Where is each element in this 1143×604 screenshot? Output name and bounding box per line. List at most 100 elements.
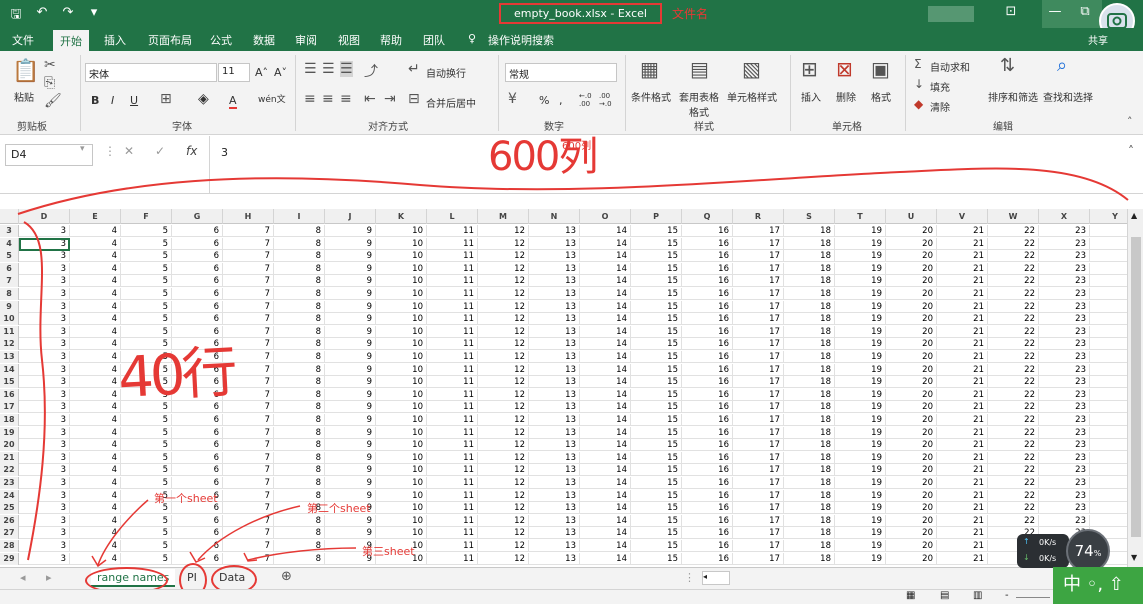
cell[interactable]: 18: [784, 388, 835, 401]
cell[interactable]: 18: [784, 225, 835, 237]
cell[interactable]: 9: [325, 363, 376, 376]
cell[interactable]: 8: [274, 225, 325, 237]
cell[interactable]: 12: [478, 540, 529, 552]
cell[interactable]: 3: [19, 351, 70, 363]
cell[interactable]: 8: [274, 237, 325, 250]
cell[interactable]: [1090, 313, 1127, 326]
cell[interactable]: 7: [223, 313, 274, 326]
cell[interactable]: 8: [274, 477, 325, 489]
cell[interactable]: 6: [172, 464, 223, 477]
cell[interactable]: 19: [835, 338, 886, 351]
cell[interactable]: 16: [682, 288, 733, 300]
cell[interactable]: 8: [274, 288, 325, 300]
cell[interactable]: 13: [529, 388, 580, 401]
cell[interactable]: 4: [70, 401, 121, 414]
cell[interactable]: 17: [733, 388, 784, 401]
cell[interactable]: 14: [580, 540, 631, 552]
cell[interactable]: 16: [682, 439, 733, 452]
row-header[interactable]: 12: [0, 338, 19, 351]
cell[interactable]: 19: [835, 451, 886, 464]
cell[interactable]: 23: [1039, 363, 1090, 376]
cell[interactable]: 11: [427, 552, 478, 565]
cell[interactable]: 18: [784, 250, 835, 263]
column-header[interactable]: D: [19, 209, 70, 224]
cell[interactable]: 16: [682, 464, 733, 477]
cell[interactable]: [1090, 301, 1127, 313]
cell[interactable]: [1090, 502, 1127, 515]
cell[interactable]: 8: [274, 514, 325, 527]
cell[interactable]: 19: [835, 414, 886, 426]
cell[interactable]: 23: [1039, 376, 1090, 389]
row-header[interactable]: 6: [0, 262, 19, 275]
row-header[interactable]: 18: [0, 414, 19, 426]
cell[interactable]: 19: [835, 313, 886, 326]
format-as-table-icon[interactable]: ▤: [690, 57, 709, 81]
cell[interactable]: 13: [529, 514, 580, 527]
cell[interactable]: 21: [937, 376, 988, 389]
tab-review[interactable]: 审阅: [295, 32, 317, 48]
formula-input[interactable]: 3: [209, 136, 1143, 194]
cell[interactable]: 5: [121, 527, 172, 540]
cell[interactable]: 22: [988, 514, 1039, 527]
cell[interactable]: 17: [733, 426, 784, 439]
cell[interactable]: 20: [886, 288, 937, 300]
cell[interactable]: 13: [529, 552, 580, 565]
cell[interactable]: 6: [172, 237, 223, 250]
cell[interactable]: 8: [274, 275, 325, 288]
cell[interactable]: 18: [784, 275, 835, 288]
cell[interactable]: 19: [835, 401, 886, 414]
normal-view-icon[interactable]: ▦: [906, 590, 915, 601]
tell-me-search[interactable]: 操作说明搜索: [488, 32, 554, 48]
cell[interactable]: 3: [19, 262, 70, 275]
cell[interactable]: 15: [631, 464, 682, 477]
cell[interactable]: 4: [70, 502, 121, 515]
cell[interactable]: 4: [70, 540, 121, 552]
cell[interactable]: 11: [427, 527, 478, 540]
row-header[interactable]: 21: [0, 451, 19, 464]
cell[interactable]: 10: [376, 288, 427, 300]
cell[interactable]: 10: [376, 388, 427, 401]
cell[interactable]: 13: [529, 540, 580, 552]
cell[interactable]: 21: [937, 477, 988, 489]
cell[interactable]: 7: [223, 502, 274, 515]
cell[interactable]: 11: [427, 540, 478, 552]
delete-cells-icon[interactable]: ⊠: [836, 57, 853, 81]
share-button[interactable]: 共享: [1088, 32, 1108, 47]
cell[interactable]: 7: [223, 426, 274, 439]
cell[interactable]: 22: [988, 464, 1039, 477]
format-as-table-button[interactable]: 套用表格格式: [676, 89, 722, 119]
cell[interactable]: 17: [733, 351, 784, 363]
cell[interactable]: 20: [886, 552, 937, 565]
select-all-corner[interactable]: [0, 209, 19, 224]
cell[interactable]: 7: [223, 275, 274, 288]
cell[interactable]: 18: [784, 338, 835, 351]
cell[interactable]: 16: [682, 414, 733, 426]
autosum-icon[interactable]: Σ: [914, 57, 922, 71]
cell[interactable]: 11: [427, 288, 478, 300]
cell[interactable]: 18: [784, 540, 835, 552]
cell[interactable]: 11: [427, 489, 478, 502]
cell[interactable]: 22: [988, 439, 1039, 452]
cell[interactable]: 21: [937, 275, 988, 288]
cell[interactable]: 4: [70, 414, 121, 426]
cell[interactable]: 21: [937, 514, 988, 527]
cell[interactable]: 14: [580, 225, 631, 237]
font-color-button[interactable]: A: [229, 94, 237, 109]
column-header[interactable]: L: [427, 209, 478, 224]
cell[interactable]: 13: [529, 477, 580, 489]
cell[interactable]: 3: [19, 325, 70, 338]
cell[interactable]: 16: [682, 401, 733, 414]
cell[interactable]: 4: [70, 325, 121, 338]
cell[interactable]: 5: [121, 288, 172, 300]
cell[interactable]: 14: [580, 514, 631, 527]
cell[interactable]: 22: [988, 250, 1039, 263]
cell[interactable]: 4: [70, 489, 121, 502]
cell[interactable]: 3: [19, 388, 70, 401]
cell[interactable]: 5: [121, 439, 172, 452]
cell[interactable]: 3: [19, 426, 70, 439]
column-header[interactable]: U: [886, 209, 937, 224]
cell[interactable]: 3: [19, 451, 70, 464]
cell[interactable]: 21: [937, 300, 988, 313]
cell[interactable]: 4: [70, 225, 121, 237]
row-header[interactable]: 8: [0, 288, 19, 300]
